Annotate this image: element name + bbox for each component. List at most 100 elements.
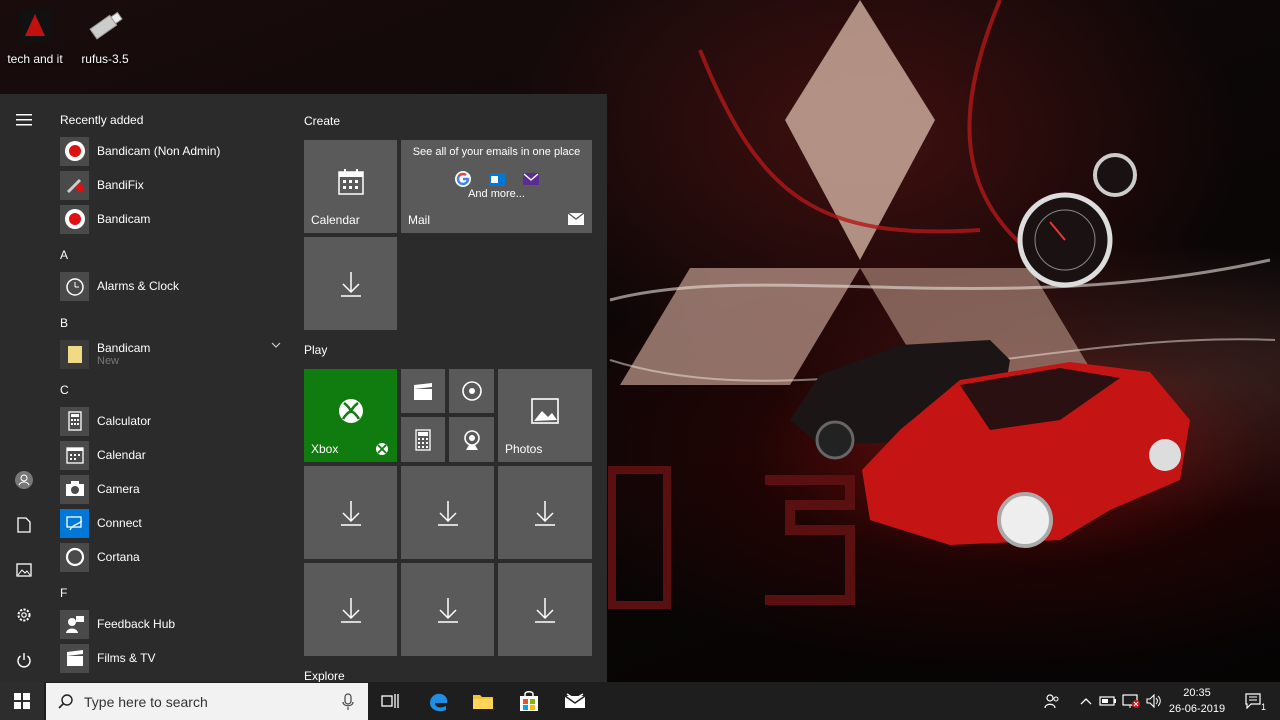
settings-button[interactable] bbox=[0, 595, 48, 635]
download-arrow-icon bbox=[535, 500, 555, 526]
app-item-bandicam[interactable]: Bandicam bbox=[60, 203, 290, 235]
hamburger-menu-button[interactable] bbox=[0, 100, 48, 140]
tech-and-it-icon bbox=[15, 6, 55, 46]
app-item-calculator[interactable]: Calculator bbox=[60, 405, 290, 437]
tile-download-placeholder[interactable] bbox=[498, 563, 592, 656]
app-label: Cortana bbox=[97, 550, 140, 564]
tile-area: Create Calendar See all of your emails i… bbox=[303, 94, 603, 683]
photos-icon bbox=[531, 397, 559, 424]
connect-icon bbox=[60, 508, 89, 538]
section-header-a[interactable]: A bbox=[60, 248, 68, 262]
section-header-c[interactable]: C bbox=[60, 383, 69, 397]
app-label: Calculator bbox=[97, 414, 152, 428]
download-arrow-icon bbox=[340, 271, 361, 297]
bandifix-icon bbox=[60, 170, 89, 200]
app-item-feedback-hub[interactable]: Feedback Hub bbox=[60, 608, 290, 640]
tile-download-placeholder[interactable] bbox=[401, 563, 494, 656]
group-header-create[interactable]: Create bbox=[304, 114, 340, 128]
group-header-explore[interactable]: Explore bbox=[304, 669, 345, 683]
download-arrow-icon bbox=[437, 500, 458, 526]
desktop-icon-label: tech and it bbox=[7, 52, 63, 66]
mail-app-button[interactable] bbox=[553, 682, 597, 720]
folder-icon bbox=[60, 339, 89, 369]
app-list: Recently added Bandicam (Non Admin) Band… bbox=[48, 94, 288, 682]
gear-icon bbox=[17, 608, 31, 622]
tile-groove-music-small[interactable] bbox=[449, 369, 494, 413]
microsoft-store-button[interactable] bbox=[507, 682, 551, 720]
tile-calculator-small[interactable] bbox=[401, 417, 445, 462]
app-item-cortana[interactable]: Cortana bbox=[60, 541, 290, 573]
tile-photos[interactable]: Photos bbox=[498, 369, 592, 462]
documents-button[interactable] bbox=[0, 505, 48, 545]
search-icon bbox=[58, 693, 73, 709]
tile-label: Mail bbox=[408, 213, 431, 227]
clock-time: 20:35 bbox=[1183, 687, 1211, 699]
start-button[interactable] bbox=[0, 682, 44, 720]
show-hidden-icons-button[interactable] bbox=[1075, 682, 1097, 720]
app-item-bandicam-folder[interactable]: Bandicam New bbox=[60, 337, 290, 371]
battery-button[interactable] bbox=[1097, 682, 1119, 720]
power-button[interactable] bbox=[0, 640, 48, 680]
app-item-alarms-clock[interactable]: Alarms & Clock bbox=[60, 270, 290, 302]
tile-xbox[interactable]: Xbox bbox=[304, 369, 397, 462]
people-icon bbox=[1044, 694, 1059, 709]
feedback-hub-icon bbox=[60, 609, 89, 639]
chevron-down-icon[interactable] bbox=[271, 342, 281, 348]
taskbar-clock[interactable]: 20:35 26-06-2019 bbox=[1160, 685, 1234, 717]
task-view-button[interactable] bbox=[368, 682, 412, 720]
app-item-camera[interactable]: Camera bbox=[60, 473, 290, 505]
groove-music-icon bbox=[461, 381, 482, 401]
power-icon bbox=[17, 653, 31, 668]
store-bag-icon bbox=[520, 691, 538, 711]
start-menu: Recently added Bandicam (Non Admin) Band… bbox=[0, 94, 607, 683]
tile-label: Xbox bbox=[311, 442, 339, 456]
download-arrow-icon bbox=[340, 597, 361, 623]
film-clapper-icon bbox=[60, 643, 89, 673]
tile-calendar[interactable]: Calendar bbox=[304, 140, 397, 233]
section-header-b[interactable]: B bbox=[60, 316, 68, 330]
pictures-button[interactable] bbox=[0, 550, 48, 590]
app-item-calendar[interactable]: Calendar bbox=[60, 439, 290, 471]
desktop-icon-label: rufus-3.5 bbox=[81, 52, 129, 66]
user-account-button[interactable] bbox=[0, 460, 48, 500]
download-arrow-icon bbox=[535, 597, 555, 623]
app-item-bandicam-non-admin[interactable]: Bandicam (Non Admin) bbox=[60, 135, 290, 167]
group-header-play[interactable]: Play bbox=[304, 343, 327, 357]
taskbar: Type here to search 20:35 26-06-2019 1 bbox=[0, 682, 1280, 720]
bandicam-icon bbox=[60, 204, 89, 234]
calendar-icon bbox=[60, 440, 89, 470]
taskbar-search-box[interactable]: Type here to search bbox=[46, 683, 368, 720]
desktop-icon-rufus[interactable]: rufus-3.5 bbox=[70, 6, 140, 66]
tile-download-placeholder[interactable] bbox=[401, 466, 494, 559]
tile-download-placeholder[interactable] bbox=[304, 237, 397, 330]
tile-webcam-small[interactable] bbox=[449, 417, 494, 462]
camera-icon bbox=[60, 474, 89, 504]
microphone-icon[interactable] bbox=[342, 692, 354, 711]
tile-download-placeholder[interactable] bbox=[304, 466, 397, 559]
hamburger-icon bbox=[16, 114, 32, 126]
recently-added-header: Recently added bbox=[60, 113, 144, 127]
network-button[interactable] bbox=[1120, 682, 1142, 720]
app-item-bandifix[interactable]: BandiFix bbox=[60, 169, 290, 201]
cortana-icon bbox=[60, 542, 89, 572]
app-item-films-tv[interactable]: Films & TV bbox=[60, 642, 290, 674]
desktop-icon-tech-and-it[interactable]: tech and it bbox=[0, 6, 70, 66]
section-header-f[interactable]: F bbox=[60, 586, 67, 600]
action-center-button[interactable]: 1 bbox=[1240, 682, 1268, 720]
people-button[interactable] bbox=[1041, 682, 1063, 720]
mail-provider-icons bbox=[454, 170, 540, 188]
file-explorer-button[interactable] bbox=[461, 682, 505, 720]
tile-mail[interactable]: See all of your emails in one place And … bbox=[401, 140, 592, 233]
edge-browser-button[interactable] bbox=[416, 682, 460, 720]
app-label: Feedback Hub bbox=[97, 617, 176, 631]
calculator-icon bbox=[415, 428, 431, 451]
tile-download-placeholder[interactable] bbox=[304, 563, 397, 656]
tile-download-placeholder[interactable] bbox=[498, 466, 592, 559]
xbox-icon bbox=[338, 398, 363, 423]
tile-films-tv-small[interactable] bbox=[401, 369, 445, 413]
download-arrow-icon bbox=[437, 597, 458, 623]
task-view-icon bbox=[381, 694, 399, 708]
app-item-connect[interactable]: Connect bbox=[60, 507, 290, 539]
app-label: Connect bbox=[97, 516, 142, 530]
calculator-icon bbox=[60, 406, 89, 436]
